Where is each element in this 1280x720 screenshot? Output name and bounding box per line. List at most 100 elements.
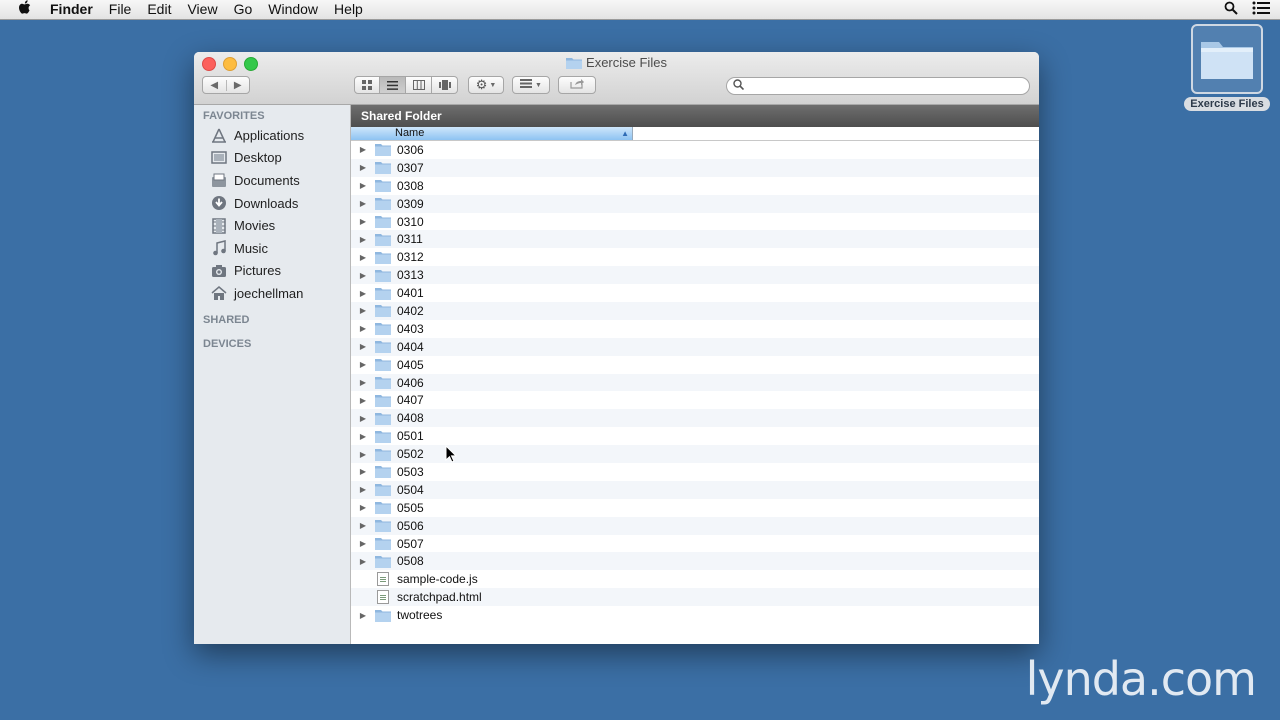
item-name: 0402 bbox=[397, 303, 424, 318]
arrange-menu-button[interactable]: ▼ bbox=[512, 76, 550, 94]
disclosure-triangle-icon[interactable]: ▶ bbox=[351, 467, 375, 476]
folder-row[interactable]: ▶ 0306 bbox=[351, 141, 1039, 159]
share-icon bbox=[570, 78, 584, 92]
window-title-text: Exercise Files bbox=[586, 55, 667, 70]
folder-icon bbox=[375, 304, 391, 318]
folder-row[interactable]: ▶ 0407 bbox=[351, 391, 1039, 409]
disclosure-triangle-icon[interactable]: ▶ bbox=[351, 235, 375, 244]
sidebar-item-applications[interactable]: Applications bbox=[194, 124, 350, 147]
file-row[interactable]: scratchpad.html bbox=[351, 588, 1039, 607]
folder-icon bbox=[375, 483, 391, 497]
apple-menu-icon[interactable] bbox=[0, 0, 48, 19]
window-title: Exercise Files bbox=[194, 55, 1039, 72]
disclosure-triangle-icon[interactable]: ▶ bbox=[351, 145, 375, 154]
column-header-name[interactable]: Name ▲ bbox=[351, 127, 633, 140]
column-view-icon[interactable] bbox=[406, 76, 432, 94]
folder-row[interactable]: ▶ 0508 bbox=[351, 552, 1039, 571]
folder-row[interactable]: ▶ 0403 bbox=[351, 320, 1039, 338]
menu-edit[interactable]: Edit bbox=[139, 0, 179, 19]
disclosure-triangle-icon[interactable]: ▶ bbox=[351, 253, 375, 262]
sidebar-item-home[interactable]: joechellman bbox=[194, 282, 350, 305]
sidebar-item-pictures[interactable]: Pictures bbox=[194, 260, 350, 283]
menu-view[interactable]: View bbox=[179, 0, 225, 19]
folder-row[interactable]: ▶ 0505 bbox=[351, 499, 1039, 517]
folder-row[interactable]: ▶ 0406 bbox=[351, 373, 1039, 392]
back-icon[interactable]: ◀ bbox=[203, 79, 227, 91]
share-button[interactable] bbox=[558, 76, 596, 94]
menu-window[interactable]: Window bbox=[260, 0, 326, 19]
disclosure-triangle-icon[interactable]: ▶ bbox=[351, 306, 375, 315]
folder-icon bbox=[375, 430, 391, 443]
folder-row[interactable]: ▶ 0308 bbox=[351, 177, 1039, 195]
mouse-cursor-icon bbox=[445, 444, 458, 468]
spotlight-search-icon[interactable] bbox=[1224, 1, 1238, 18]
folder-row[interactable]: ▶ 0404 bbox=[351, 337, 1039, 356]
folder-row[interactable]: ▶ 0309 bbox=[351, 194, 1039, 213]
search-input[interactable] bbox=[749, 79, 1023, 93]
notification-center-icon[interactable] bbox=[1252, 1, 1270, 18]
disclosure-triangle-icon[interactable]: ▶ bbox=[351, 611, 375, 620]
item-name: 0309 bbox=[397, 196, 424, 211]
item-name: 0403 bbox=[397, 321, 424, 336]
folder-row[interactable]: ▶ 0504 bbox=[351, 480, 1039, 499]
disclosure-triangle-icon[interactable]: ▶ bbox=[351, 289, 375, 298]
disclosure-triangle-icon[interactable]: ▶ bbox=[351, 539, 375, 548]
search-field[interactable] bbox=[726, 77, 1030, 95]
disclosure-triangle-icon[interactable]: ▶ bbox=[351, 414, 375, 423]
folder-row[interactable]: ▶ 0405 bbox=[351, 356, 1039, 374]
folder-row[interactable]: ▶ 0313 bbox=[351, 266, 1039, 285]
disclosure-triangle-icon[interactable]: ▶ bbox=[351, 360, 375, 369]
sidebar-header-devices[interactable]: DEVICES bbox=[194, 338, 350, 350]
disclosure-triangle-icon[interactable]: ▶ bbox=[351, 181, 375, 190]
disclosure-triangle-icon[interactable]: ▶ bbox=[351, 485, 375, 494]
document-icon bbox=[377, 572, 389, 587]
action-menu-button[interactable]: ⚙ ▼ bbox=[468, 76, 504, 94]
file-row[interactable]: sample-code.js bbox=[351, 570, 1039, 588]
disclosure-triangle-icon[interactable]: ▶ bbox=[351, 396, 375, 405]
folder-icon bbox=[375, 340, 391, 354]
disclosure-triangle-icon[interactable]: ▶ bbox=[351, 271, 375, 280]
folder-row[interactable]: ▶ 0312 bbox=[351, 248, 1039, 266]
folder-row[interactable]: ▶ 0408 bbox=[351, 409, 1039, 428]
forward-icon[interactable]: ▶ bbox=[227, 80, 250, 91]
folder-row[interactable]: ▶ 0402 bbox=[351, 302, 1039, 320]
desktop-folder-exercise-files[interactable]: Exercise Files bbox=[1180, 24, 1274, 112]
folder-row[interactable]: ▶ 0506 bbox=[351, 516, 1039, 535]
folder-row[interactable]: ▶ 0307 bbox=[351, 158, 1039, 177]
folder-row[interactable]: ▶ 0311 bbox=[351, 230, 1039, 249]
item-name: scratchpad.html bbox=[397, 590, 482, 605]
menu-help[interactable]: Help bbox=[326, 0, 371, 19]
sidebar-item-desktop[interactable]: Desktop bbox=[194, 147, 350, 170]
back-forward-buttons: ◀ ▶ bbox=[202, 76, 250, 94]
disclosure-triangle-icon[interactable]: ▶ bbox=[351, 324, 375, 333]
disclosure-triangle-icon[interactable]: ▶ bbox=[351, 503, 375, 512]
disclosure-triangle-icon[interactable]: ▶ bbox=[351, 378, 375, 387]
disclosure-triangle-icon[interactable]: ▶ bbox=[351, 163, 375, 172]
folder-row[interactable]: ▶ 0501 bbox=[351, 427, 1039, 445]
folder-row[interactable]: ▶ 0310 bbox=[351, 213, 1039, 231]
menu-file[interactable]: File bbox=[101, 0, 140, 19]
disclosure-triangle-icon[interactable]: ▶ bbox=[351, 199, 375, 208]
menu-go[interactable]: Go bbox=[226, 0, 261, 19]
cover-flow-icon[interactable] bbox=[432, 76, 458, 94]
sidebar-item-downloads[interactable]: Downloads bbox=[194, 192, 350, 215]
disclosure-triangle-icon[interactable]: ▶ bbox=[351, 521, 375, 530]
folder-icon bbox=[375, 555, 391, 568]
icon-view-icon[interactable] bbox=[354, 76, 380, 94]
folder-row[interactable]: ▶ twotrees bbox=[351, 606, 1039, 624]
list-view-icon[interactable] bbox=[380, 76, 406, 94]
folder-row[interactable]: ▶ 0507 bbox=[351, 535, 1039, 553]
folder-icon bbox=[375, 394, 391, 407]
folder-row[interactable]: ▶ 0401 bbox=[351, 284, 1039, 302]
disclosure-triangle-icon[interactable]: ▶ bbox=[351, 217, 375, 226]
sidebar-item-music[interactable]: Music bbox=[194, 237, 350, 260]
column-header-row: Name ▲ bbox=[351, 127, 1039, 141]
sidebar-header-shared[interactable]: SHARED bbox=[194, 314, 350, 326]
disclosure-triangle-icon[interactable]: ▶ bbox=[351, 450, 375, 459]
disclosure-triangle-icon[interactable]: ▶ bbox=[351, 557, 375, 566]
sidebar-item-movies[interactable]: Movies bbox=[194, 214, 350, 237]
menu-finder[interactable]: Finder bbox=[48, 0, 101, 19]
sidebar-item-documents[interactable]: Documents bbox=[194, 169, 350, 192]
disclosure-triangle-icon[interactable]: ▶ bbox=[351, 432, 375, 441]
disclosure-triangle-icon[interactable]: ▶ bbox=[351, 342, 375, 351]
